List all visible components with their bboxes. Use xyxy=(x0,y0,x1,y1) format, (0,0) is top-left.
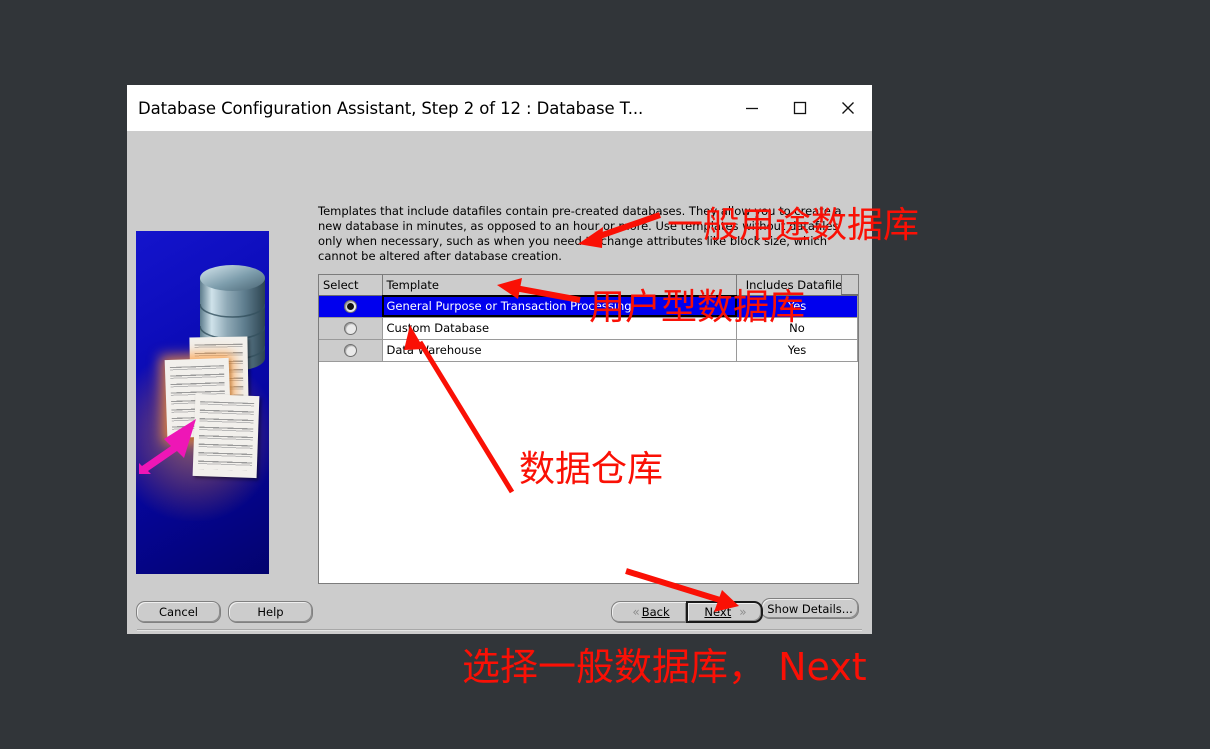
dialog-content: Templates that include datafiles contain… xyxy=(127,131,872,634)
help-button[interactable]: Help xyxy=(228,601,313,623)
minimize-button[interactable] xyxy=(728,85,776,131)
row-includes-datafiles: No xyxy=(736,317,858,340)
radio-button-general-purpose[interactable] xyxy=(343,300,357,313)
window-controls xyxy=(728,85,872,131)
window-title: Database Configuration Assistant, Step 2… xyxy=(138,98,644,118)
radio-button-custom-database[interactable] xyxy=(343,322,357,335)
back-button-label: Back xyxy=(641,605,670,619)
table-row[interactable]: Custom Database No xyxy=(319,317,858,340)
title-bar[interactable]: Database Configuration Assistant, Step 2… xyxy=(127,85,872,131)
table-header-corner xyxy=(841,275,858,295)
row-select-cell[interactable] xyxy=(319,339,383,362)
database-configuration-assistant-dialog: Database Configuration Assistant, Step 2… xyxy=(127,85,872,634)
table-row[interactable]: General Purpose or Transaction Processin… xyxy=(319,295,858,318)
document-page-front xyxy=(192,393,260,479)
back-button[interactable]: « Back xyxy=(611,601,686,623)
dialog-button-bar: Cancel Help « Back Next » xyxy=(127,589,872,634)
row-includes-datafiles: Yes xyxy=(736,339,858,362)
chevron-left-icon: « xyxy=(632,605,639,619)
magenta-arrow-icon xyxy=(139,419,196,474)
minimize-icon xyxy=(743,99,761,117)
cancel-button[interactable]: Cancel xyxy=(136,601,221,623)
row-select-cell[interactable] xyxy=(319,317,383,340)
maximize-button[interactable] xyxy=(776,85,824,131)
description-text: Templates that include datafiles contain… xyxy=(318,204,842,263)
column-header-template[interactable]: Template xyxy=(382,275,737,296)
next-button-label: Next xyxy=(704,605,732,619)
close-button[interactable] xyxy=(824,85,872,131)
annotation-bottom-note: 选择一般数据库， Next xyxy=(462,645,867,689)
template-table[interactable]: Select Template Includes Datafiles Gener… xyxy=(318,274,859,584)
maximize-icon xyxy=(791,99,809,117)
column-header-includes-datafiles[interactable]: Includes Datafiles xyxy=(736,275,858,296)
navigation-button-group: « Back Next » xyxy=(611,601,763,623)
row-template-name: General Purpose or Transaction Processin… xyxy=(382,295,737,318)
next-button[interactable]: Next » xyxy=(686,601,763,623)
row-includes-datafiles: Yes xyxy=(736,295,858,318)
database-banner-graphic xyxy=(136,231,269,574)
row-select-cell[interactable] xyxy=(319,295,383,318)
row-template-name: Custom Database xyxy=(382,317,737,340)
chevron-right-icon: » xyxy=(739,605,746,619)
table-row[interactable]: Data Warehouse Yes xyxy=(319,339,858,362)
radio-button-data-warehouse[interactable] xyxy=(343,344,357,357)
table-header-row: Select Template Includes Datafiles xyxy=(319,275,858,296)
close-icon xyxy=(839,99,857,117)
column-header-select[interactable]: Select xyxy=(319,275,383,296)
row-template-name: Data Warehouse xyxy=(382,339,737,362)
